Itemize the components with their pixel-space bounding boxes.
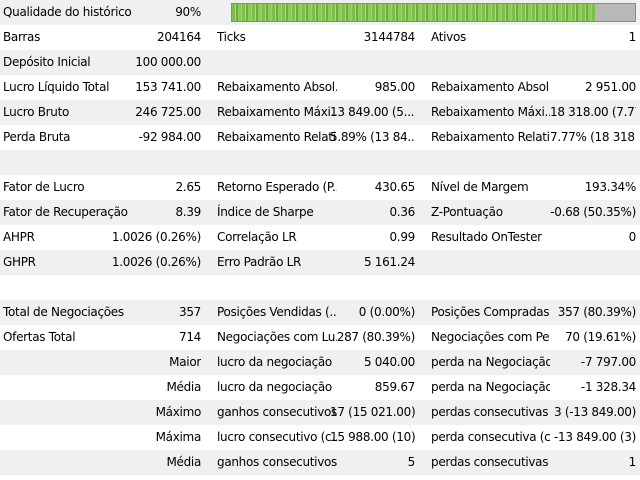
stat-label: perdas consecutivas ... [431, 405, 550, 419]
stat-label: Média [166, 380, 201, 394]
stat-value: 2.65 [175, 180, 201, 194]
stat-label: Rebaixamento Absol... [431, 80, 550, 94]
stat-label: Maior [169, 355, 201, 369]
stat-label: Rebaixamento Relati... [431, 130, 550, 144]
history-quality-bar [231, 3, 636, 22]
stats-row: Total de Negociações 357 Posições Vendidas… [0, 300, 640, 325]
stat-label: Posições Compradas... [431, 305, 550, 319]
stat-value: 985.00 [374, 80, 415, 94]
stat-label: Máximo [155, 405, 201, 419]
stat-label: Rebaixamento Máxi... [431, 105, 550, 119]
stat-value: 17 (15 021.00) [330, 405, 415, 419]
stats-row: Lucro Líquido Total 153 741.00 Rebaixament… [0, 75, 640, 100]
history-quality-value: 90% [175, 5, 201, 19]
stat-label: Negociações com Lu... [217, 330, 337, 344]
stat-label: Retorno Esperado (P... [217, 180, 337, 194]
stats-row: Fator de Recuperação 8.39 Índice de Sharpe… [0, 200, 640, 225]
stat-label: Negociações com Pe... [431, 330, 550, 344]
stat-label: Rebaixamento Máxi... [217, 105, 337, 119]
history-quality-fill [232, 4, 595, 21]
stats-row: GHPR 1.0026 (0.26%) Erro Padrão LR 5 161.24 [0, 250, 640, 275]
stat-value: 8.39 [175, 205, 201, 219]
stat-value: 3 (-13 849.00) [553, 405, 636, 419]
stat-value: 357 (80.39%) [557, 305, 636, 319]
stat-label: perda na Negociação [431, 355, 550, 369]
stat-value: 5 040.00 [363, 355, 415, 369]
stats-row: AHPR 1.0026 (0.26%) Correlação LR 0.99 Resul… [0, 225, 640, 250]
stats-row: Média lucro da negociação 859.67 perda na N… [0, 375, 640, 400]
stat-label: lucro da negociação [217, 355, 332, 369]
stat-value: 153 741.00 [135, 80, 201, 94]
stat-value: 15 988.00 (10) [330, 430, 415, 444]
stat-label: Rebaixamento Absol... [217, 80, 337, 94]
stat-label: Posições Vendidas (... [217, 305, 337, 319]
stat-label: perda na Negociação [431, 380, 550, 394]
stats-row: Ofertas Total 714 Negociações com Lu... 287… [0, 325, 640, 350]
stats-row: Máxima lucro consecutivo (c... 15 988.00 (… [0, 425, 640, 450]
stat-value: 0 (0.00%) [358, 305, 415, 319]
stat-value: 430.65 [374, 180, 415, 194]
stat-label: Máxima [155, 430, 201, 444]
stat-label: Correlação LR [217, 230, 297, 244]
stat-label: Ativos [431, 30, 466, 44]
stat-value: 859.67 [374, 380, 415, 394]
stat-label: Z-Pontuação [431, 205, 503, 219]
stat-value: 246 725.00 [135, 105, 201, 119]
history-quality-row: Qualidade do histórico 90% [0, 0, 640, 25]
stat-value: 0.99 [389, 230, 415, 244]
stats-row: Barras 204164 Ticks 3144784 Ativos 1 [0, 25, 640, 50]
stat-value: 5 161.24 [363, 255, 415, 269]
stat-value: 3144784 [363, 30, 415, 44]
backtest-report: Qualidade do histórico 90% Barras 204164 T… [0, 0, 640, 480]
stat-value: 2 951.00 [584, 80, 636, 94]
stat-label: perda consecutiva (c... [431, 430, 550, 444]
stats-row: Depósito Inicial 100 000.00 [0, 50, 640, 75]
stat-value: 5 [407, 455, 415, 469]
stats-row: Média ganhos consecutivos 5 perdas consecut… [0, 450, 640, 475]
stat-value: -13 849.00 (3) [553, 430, 636, 444]
stat-label: Média [166, 455, 201, 469]
stat-value: 5.89% (13 84... [330, 130, 415, 144]
stats-row: Fator de Lucro 2.65 Retorno Esperado (P...… [0, 175, 640, 200]
stat-label: Índice de Sharpe [217, 205, 314, 219]
stat-value: 287 (80.39%) [336, 330, 415, 344]
stat-value: 7.77% (18 318.... [550, 130, 636, 144]
stat-label: perdas consecutivas [431, 455, 549, 469]
stat-label: Nível de Margem [431, 180, 529, 194]
stat-label: Resultado OnTester [431, 230, 542, 244]
stat-label: ganhos consecutivos... [217, 405, 337, 419]
stat-value: 1.0026 (0.26%) [111, 230, 201, 244]
stat-value: 100 000.00 [135, 55, 201, 69]
stat-value: 18 318.00 (7.77... [550, 105, 636, 119]
stat-value: -0.68 (50.35%) [550, 205, 636, 219]
stat-label: lucro da negociação [217, 380, 332, 394]
stat-value: 1 [628, 455, 636, 469]
stats-row [0, 150, 640, 175]
stat-value: -7 797.00 [580, 355, 636, 369]
stat-value: 1.0026 (0.26%) [111, 255, 201, 269]
stat-value: 0.36 [389, 205, 415, 219]
stat-value: -92 984.00 [138, 130, 201, 144]
stats-row [0, 275, 640, 300]
stat-value: 357 [178, 305, 201, 319]
stat-value: 193.34% [584, 180, 636, 194]
stat-value: -1 328.34 [580, 380, 636, 394]
stats-row: Máximo ganhos consecutivos... 17 (15 021.0… [0, 400, 640, 425]
stats-row: Perda Bruta -92 984.00 Rebaixamento Relati… [0, 125, 640, 150]
stat-label: lucro consecutivo (c... [217, 430, 337, 444]
stat-value: 1 [628, 30, 636, 44]
stat-label: Erro Padrão LR [217, 255, 302, 269]
stat-value: 204164 [156, 30, 201, 44]
stat-value: 13 849.00 (5.... [330, 105, 415, 119]
stats-row: Maior lucro da negociação 5 040.00 perda na… [0, 350, 640, 375]
stat-label: ganhos consecutivos [217, 455, 337, 469]
stat-value: 714 [178, 330, 201, 344]
stat-value: 0 [628, 230, 636, 244]
stat-value: 70 (19.61%) [565, 330, 636, 344]
stats-row: Lucro Bruto 246 725.00 Rebaixamento Máxi..… [0, 100, 640, 125]
stat-label: Ticks [217, 30, 246, 44]
stat-label: Rebaixamento Relati... [217, 130, 337, 144]
